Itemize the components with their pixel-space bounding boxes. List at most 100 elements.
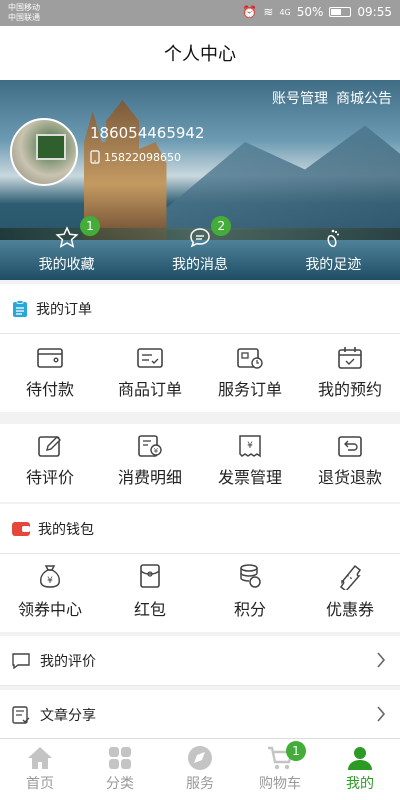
carrier-info: 中国移动 中国联通 [8,3,40,23]
tab-mine[interactable]: 我的 [320,739,400,800]
user-icon [348,747,372,770]
product-orders-label: 商品订单 [117,380,182,399]
grid-icon [109,747,131,769]
tab-home-label: 首页 [26,776,54,792]
carrier-2: 中国联通 [8,13,40,22]
discount-coupons-label: 优惠券 [325,600,374,619]
username: 186054465942 [90,124,205,142]
svg-text:¥: ¥ [47,576,53,586]
tab-home[interactable]: 首页 [0,739,80,800]
page-title: 个人中心 [0,26,400,80]
article-icon [12,705,30,724]
invoice-management-label: 发票管理 [217,468,282,487]
stat-messages[interactable]: 2 我的消息 [133,216,266,278]
cart-badge: 1 [286,741,306,761]
footprint-icon [327,229,340,248]
compass-icon [188,746,212,770]
money-bag-icon: ¥ [40,565,60,588]
mall-announcement-link[interactable]: 商城公告 [336,88,392,108]
stat-footprints[interactable]: 我的足迹 [267,218,400,278]
return-icon [338,436,362,457]
messages-label: 我的消息 [171,257,228,273]
tab-category[interactable]: 分类 [80,739,160,800]
bill-icon: ¥ [138,435,162,457]
profile-stats: 1 我的收藏 2 我的消息 我的足迹 [0,216,400,278]
points-label: 积分 [233,600,266,619]
returns-refunds[interactable]: 退货退款 [300,434,400,502]
battery-percent: 50% [296,5,324,19]
red-packet-icon [140,564,160,588]
svg-text:¥: ¥ [154,447,159,455]
status-bar: 中国移动 中国联通 ⏰ ≋ 4G 50% 09:55 [0,0,400,26]
consumption-details-label: 消费明细 [117,468,182,487]
discount-coupons[interactable]: 优惠券 [300,562,400,632]
home-icon [28,747,52,769]
chevron-right-icon [377,706,386,722]
tab-category-label: 分类 [106,776,134,792]
tab-service[interactable]: 服务 [160,739,240,800]
red-packet[interactable]: 红包 [100,562,200,632]
account-management-link[interactable]: 账号管理 [272,88,328,108]
phone-row: 15822098650 [90,150,181,164]
invoice-icon: ¥ [239,435,261,458]
wallet-red-icon [12,521,30,536]
tab-cart[interactable]: 1 购物车 [240,739,320,800]
footprints-label: 我的足迹 [305,257,362,273]
favorites-label: 我的收藏 [38,257,95,273]
pending-payment[interactable]: 待付款 [0,346,100,412]
invoice-management[interactable]: ¥ 发票管理 [200,434,300,502]
favorites-badge: 1 [80,216,100,236]
article-share-label: 文章分享 [40,707,96,724]
wallet-icon [37,348,63,368]
service-orders-label: 服务订单 [217,380,282,399]
wallet-grid: ¥ 领券中心 红包 积分 优惠券 [0,554,400,632]
orders-title: 我的订单 [36,301,92,318]
tab-cart-label: 购物车 [259,776,301,792]
points[interactable]: 积分 [200,562,300,632]
coins-icon [240,564,261,588]
edit-icon [38,436,61,457]
wallet-title: 我的钱包 [38,521,94,538]
my-appointments-label: 我的预约 [317,380,382,399]
my-reviews-row[interactable]: 我的评价 [0,636,400,686]
returns-refunds-label: 退货退款 [317,468,382,487]
chevron-right-icon [377,652,386,668]
message-icon [190,228,210,248]
battery-icon [329,7,352,17]
banner-links: 账号管理 商城公告 [272,88,392,108]
wifi-icon: ≋ [263,5,274,19]
product-orders[interactable]: 商品订单 [100,346,200,412]
service-order-icon [237,348,263,369]
status-icons: ⏰ ≋ 4G 50% 09:55 [242,5,392,19]
bottom-tab-bar: 首页 分类 服务 1 购物车 我的 [0,738,400,800]
alarm-icon: ⏰ [242,5,258,19]
pending-payment-label: 待付款 [25,380,74,399]
article-share-row[interactable]: 文章分享 [0,690,400,740]
my-reviews-label: 我的评价 [40,653,96,670]
svg-text:¥: ¥ [247,441,253,451]
star-icon [55,226,79,248]
phone-icon [90,150,100,164]
pending-review[interactable]: 待评价 [0,434,100,502]
wallet-header[interactable]: 我的钱包 [0,504,400,554]
orders-header[interactable]: 我的订单 [0,284,400,334]
coupon-center[interactable]: ¥ 领券中心 [0,562,100,632]
my-appointments[interactable]: 我的预约 [300,346,400,412]
avatar[interactable] [10,118,78,186]
coupon-center-label: 领券中心 [17,600,82,619]
messages-badge: 2 [211,216,232,236]
pending-review-label: 待评价 [25,468,74,487]
calendar-icon [338,347,362,369]
red-packet-label: 红包 [133,600,166,619]
carrier-1: 中国移动 [8,3,40,12]
orders-grid-1: 待付款 商品订单 服务订单 我的预约 [0,334,400,412]
consumption-details[interactable]: ¥ 消费明细 [100,434,200,502]
clipboard-icon [12,299,28,318]
stat-favorites[interactable]: 1 我的收藏 [0,216,133,278]
service-orders[interactable]: 服务订单 [200,346,300,412]
orders-grid-2: 待评价 ¥ 消费明细 ¥ 发票管理 退货退款 [0,424,400,502]
phone-number: 15822098650 [104,150,181,164]
ticket-icon [339,564,362,590]
tab-mine-label: 我的 [346,776,374,792]
comment-icon [12,652,30,669]
